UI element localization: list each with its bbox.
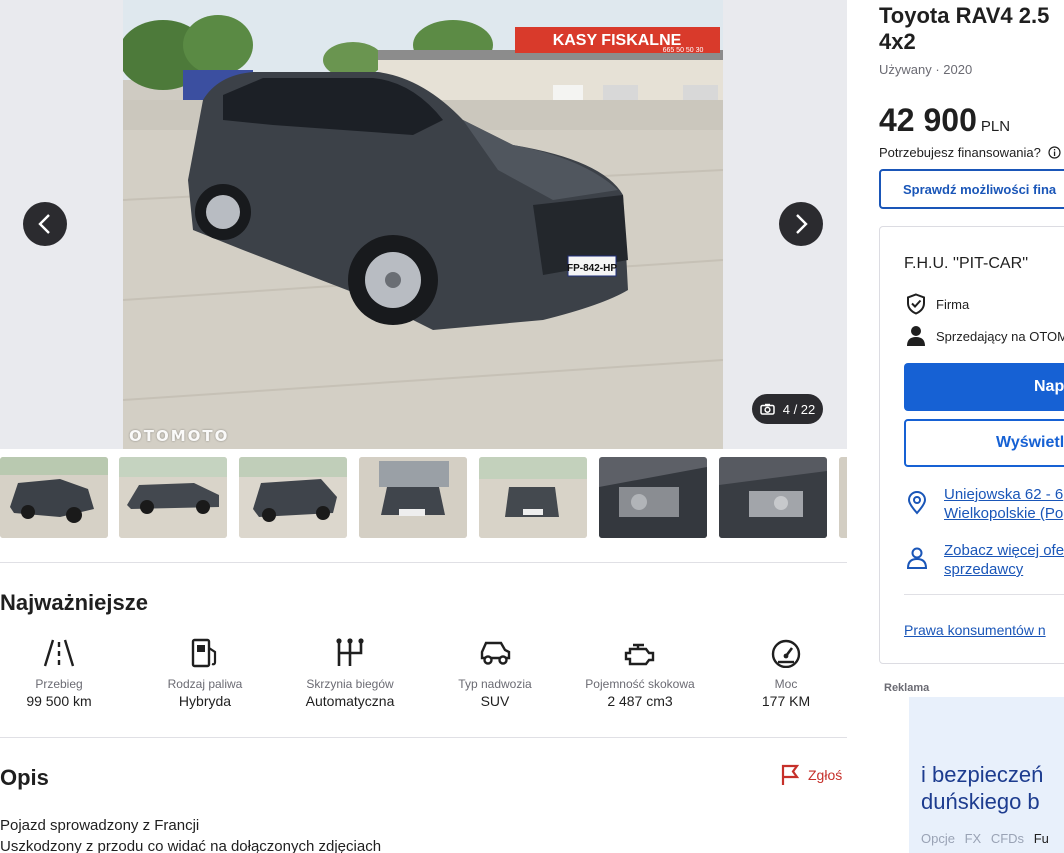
price-currency: PLN (980, 118, 1011, 135)
more-offers-line: Zobacz więcej ofe (944, 542, 1064, 559)
thumbnail-strip (0, 457, 847, 538)
spec-value: 99 500 km (26, 693, 92, 709)
spec-gearbox: Skrzynia biegów Automatyczna (280, 638, 420, 710)
seller-card: F.H.U. ''PIT-CAR'' Firma Sprzedający na … (879, 226, 1064, 664)
write-message-button[interactable]: Nap (904, 363, 1064, 411)
engine-icon (624, 643, 655, 666)
seller-type-label: Firma (936, 296, 970, 312)
spec-mileage: Przebieg 99 500 km (0, 638, 129, 710)
advertisement[interactable]: i bezpieczeń duńskiego b Opcje FX CFDs F… (909, 697, 1064, 853)
consumer-rights-link[interactable]: Prawa konsumentów n (904, 622, 1046, 638)
spec-label: Przebieg (35, 677, 83, 691)
sign-phone: 665 50 50 30 (663, 47, 704, 54)
person-icon (907, 326, 925, 346)
price-value: 42 900 (879, 102, 977, 138)
listing-title: Toyota RAV4 2.5 4x2 (879, 3, 1049, 55)
spec-body-type: Typ nadwozia SUV (425, 638, 565, 710)
location-pin-icon (907, 491, 927, 515)
road-icon (43, 639, 75, 667)
chevron-right-icon (796, 214, 808, 234)
thumbnail-3[interactable] (239, 457, 347, 538)
description-line: Pojazd sprowadzony z Francji (0, 817, 200, 834)
photo-gallery: KASY FISKALNE 665 50 50 30 FP-842-HP OTO… (0, 0, 847, 449)
seller-address-link[interactable]: Uniejowska 62 - 6 Wielkopolskie (Po (944, 485, 1063, 523)
car-body-icon (480, 641, 511, 665)
spec-fuel: Rodzaj paliwa Hybryda (135, 638, 275, 710)
ad-tabs: Opcje FX CFDs Fu (921, 831, 1049, 846)
speedometer-icon (771, 639, 801, 668)
ad-tab: Fu (1033, 831, 1049, 846)
ad-headline-line: i bezpieczeń (921, 762, 1044, 787)
report-button[interactable]: Zgłoś (780, 764, 842, 786)
report-label: Zgłoś (808, 767, 843, 783)
seller-name: F.H.U. ''PIT-CAR'' (904, 255, 1029, 272)
spec-value: Hybryda (178, 693, 232, 709)
description-text: Pojazd sprowadzony z Francji Uszkodzony … (0, 815, 381, 853)
camera-icon (759, 403, 775, 415)
ad-headline: i bezpieczeń duńskiego b (921, 761, 1043, 815)
more-offers-line: sprzedawcy (944, 561, 1024, 578)
user-icon (906, 547, 928, 569)
thumbnail-4[interactable] (359, 457, 467, 538)
divider (904, 594, 1064, 595)
listing-meta: Używany · 2020 (879, 62, 973, 77)
price: 42 900 PLN (879, 102, 1010, 139)
thumbnail-5[interactable] (479, 457, 587, 538)
address-line: Uniejowska 62 - 6 (944, 486, 1064, 503)
finance-question-text: Potrzebujesz finansowania? (879, 145, 1041, 160)
more-offers-link[interactable]: Zobacz więcej ofe sprzedawcy (944, 541, 1064, 579)
photo-counter-text: 4 / 22 (782, 401, 816, 417)
shield-check-icon (907, 293, 925, 315)
thumbnail-1[interactable] (0, 457, 108, 538)
thumbnail-8[interactable] (839, 457, 847, 538)
divider (0, 737, 847, 738)
ad-tab: FX (964, 831, 982, 846)
seller-type: Firma (906, 293, 969, 315)
chevron-left-icon (38, 214, 50, 234)
ad-label: Reklama (884, 682, 930, 694)
thumbnail-7[interactable] (719, 457, 827, 538)
listing-title-line: Toyota RAV4 2.5 (879, 3, 1050, 28)
flag-icon (781, 764, 800, 785)
thumbnail-6[interactable] (599, 457, 707, 538)
seller-since-label: Sprzedający na OTOM (936, 328, 1064, 344)
divider (0, 562, 847, 563)
fuel-pump-icon (191, 638, 217, 668)
description-title: Opis (0, 765, 49, 790)
main-photo[interactable]: KASY FISKALNE 665 50 50 30 FP-842-HP OTO… (123, 0, 723, 449)
ad-tab: CFDs (990, 831, 1025, 846)
show-phone-button[interactable]: Wyświetl (904, 419, 1064, 467)
spec-label: Moc (774, 677, 798, 691)
spec-label: Rodzaj paliwa (167, 677, 243, 691)
ad-headline-line: duńskiego b (921, 789, 1040, 814)
watermark: OTOMOTO (129, 427, 230, 445)
description-line: Uszkodzony z przodu co widać na dołączon… (0, 838, 382, 853)
ad-tab: Opcje (921, 831, 955, 846)
spec-value: Automatyczna (305, 693, 395, 709)
finance-question: Potrzebujesz finansowania? (879, 145, 1061, 160)
listing-title-line: 4x2 (879, 29, 916, 54)
thumbnail-2[interactable] (119, 457, 227, 538)
photo-counter: 4 / 22 (752, 394, 823, 424)
seller-since: Sprzedający na OTOM (906, 325, 1064, 347)
previous-photo-button[interactable] (23, 202, 67, 246)
spec-engine-capacity: Pojemność skokowa 2 487 cm3 (570, 638, 710, 710)
address-line: Wielkopolskie (Po (944, 505, 1064, 522)
license-plate: FP-842-HP (567, 263, 617, 274)
spec-power: Moc 177 KM (716, 638, 856, 710)
spec-value: SUV (480, 693, 510, 709)
next-photo-button[interactable] (779, 202, 823, 246)
check-financing-button[interactable]: Sprawdź możliwości fina (879, 169, 1064, 209)
gearbox-icon (336, 638, 364, 666)
info-icon[interactable] (1047, 146, 1061, 159)
spec-label: Typ nadwozia (458, 677, 532, 691)
spec-value: 177 KM (761, 693, 811, 709)
spec-label: Pojemność skokowa (585, 677, 695, 691)
spec-value: 2 487 cm3 (607, 693, 673, 709)
spec-label: Skrzynia biegów (306, 677, 394, 691)
highlights-title: Najważniejsze (0, 590, 148, 615)
